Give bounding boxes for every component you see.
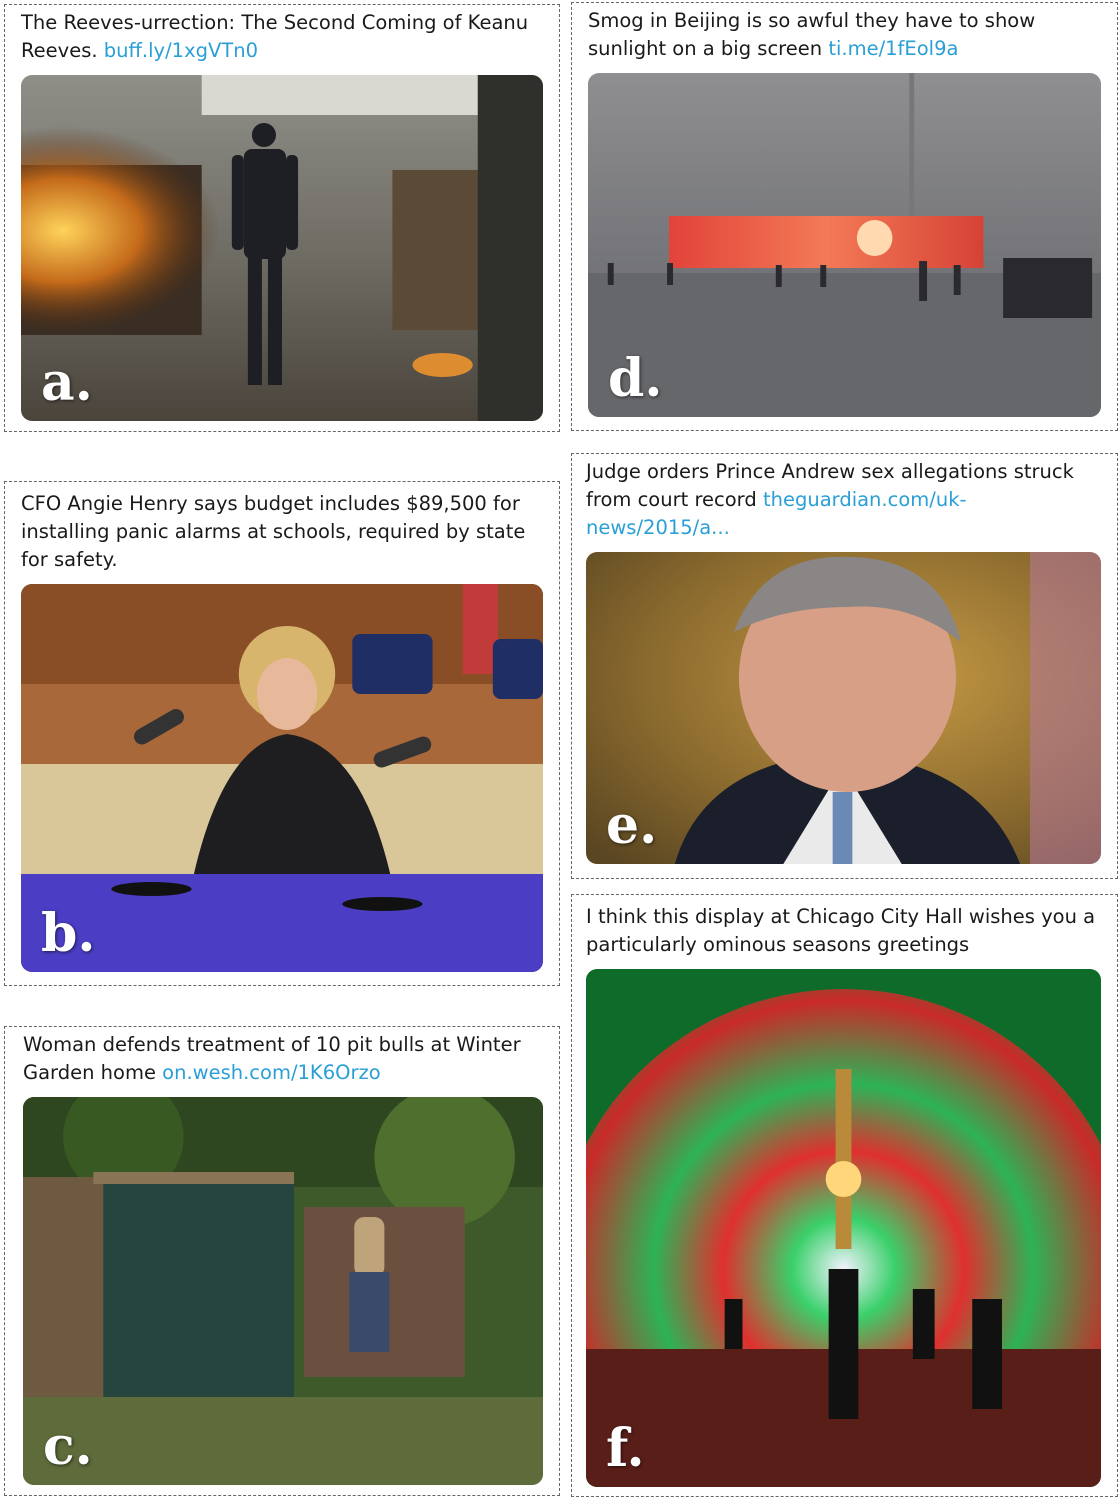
tweet-card-a: The Reeves-urrection: The Second Coming … (4, 4, 560, 432)
tweet-caption: CFO Angie Henry says budget includes $89… (21, 490, 547, 574)
photo-man-portrait (586, 552, 1101, 864)
tweet-photo[interactable]: f. (586, 969, 1101, 1487)
tweet-card-e: Judge orders Prince Andrew sex allegatio… (571, 453, 1118, 879)
tweet-card-b: CFO Angie Henry says budget includes $89… (4, 481, 560, 986)
tweet-photo[interactable]: c. (23, 1097, 543, 1485)
panel-label: b. (41, 903, 96, 964)
tweet-card-d: Smog in Beijing is so awful they have to… (571, 2, 1118, 431)
tweet-photo[interactable]: b. (21, 584, 543, 972)
panel-label: f. (606, 1418, 645, 1479)
tweet-caption: Smog in Beijing is so awful they have to… (588, 7, 1105, 63)
tweet-text: CFO Angie Henry says budget includes $89… (21, 492, 526, 571)
panel-label: a. (41, 352, 93, 413)
tweet-text: Smog in Beijing is so awful they have to… (588, 9, 1036, 60)
tweet-card-c: Woman defends treatment of 10 pit bulls … (4, 1026, 560, 1496)
photo-man-in-suit-warehouse (21, 75, 543, 421)
tweet-caption: Judge orders Prince Andrew sex allegatio… (586, 458, 1105, 542)
tweet-text: I think this display at Chicago City Hal… (586, 905, 1096, 956)
photo-woman-at-meeting (21, 584, 543, 972)
tweet-photo[interactable]: d. (588, 73, 1101, 417)
panel-label: e. (606, 795, 658, 856)
tweet-text: The Reeves-urrection: The Second Coming … (21, 11, 529, 62)
tweet-photo[interactable]: e. (586, 552, 1101, 864)
panel-label: c. (43, 1416, 93, 1477)
tweet-link[interactable]: on.wesh.com/1K6Orzo (162, 1061, 381, 1084)
photo-city-hall-red-green-arches (586, 969, 1101, 1487)
tweet-caption: The Reeves-urrection: The Second Coming … (21, 9, 547, 65)
tweet-link[interactable]: buff.ly/1xgVTn0 (104, 39, 258, 62)
tweet-photo[interactable]: a. (21, 75, 543, 421)
tweet-caption: Woman defends treatment of 10 pit bulls … (23, 1031, 547, 1087)
tweet-card-f: I think this display at Chicago City Hal… (571, 894, 1118, 1497)
tweet-link[interactable]: ti.me/1fEol9a (828, 37, 958, 60)
photo-dog-kennels-woods (23, 1097, 543, 1485)
photo-smog-sunset-screen (588, 73, 1101, 417)
panel-label: d. (608, 348, 663, 409)
tweet-caption: I think this display at Chicago City Hal… (586, 903, 1105, 959)
